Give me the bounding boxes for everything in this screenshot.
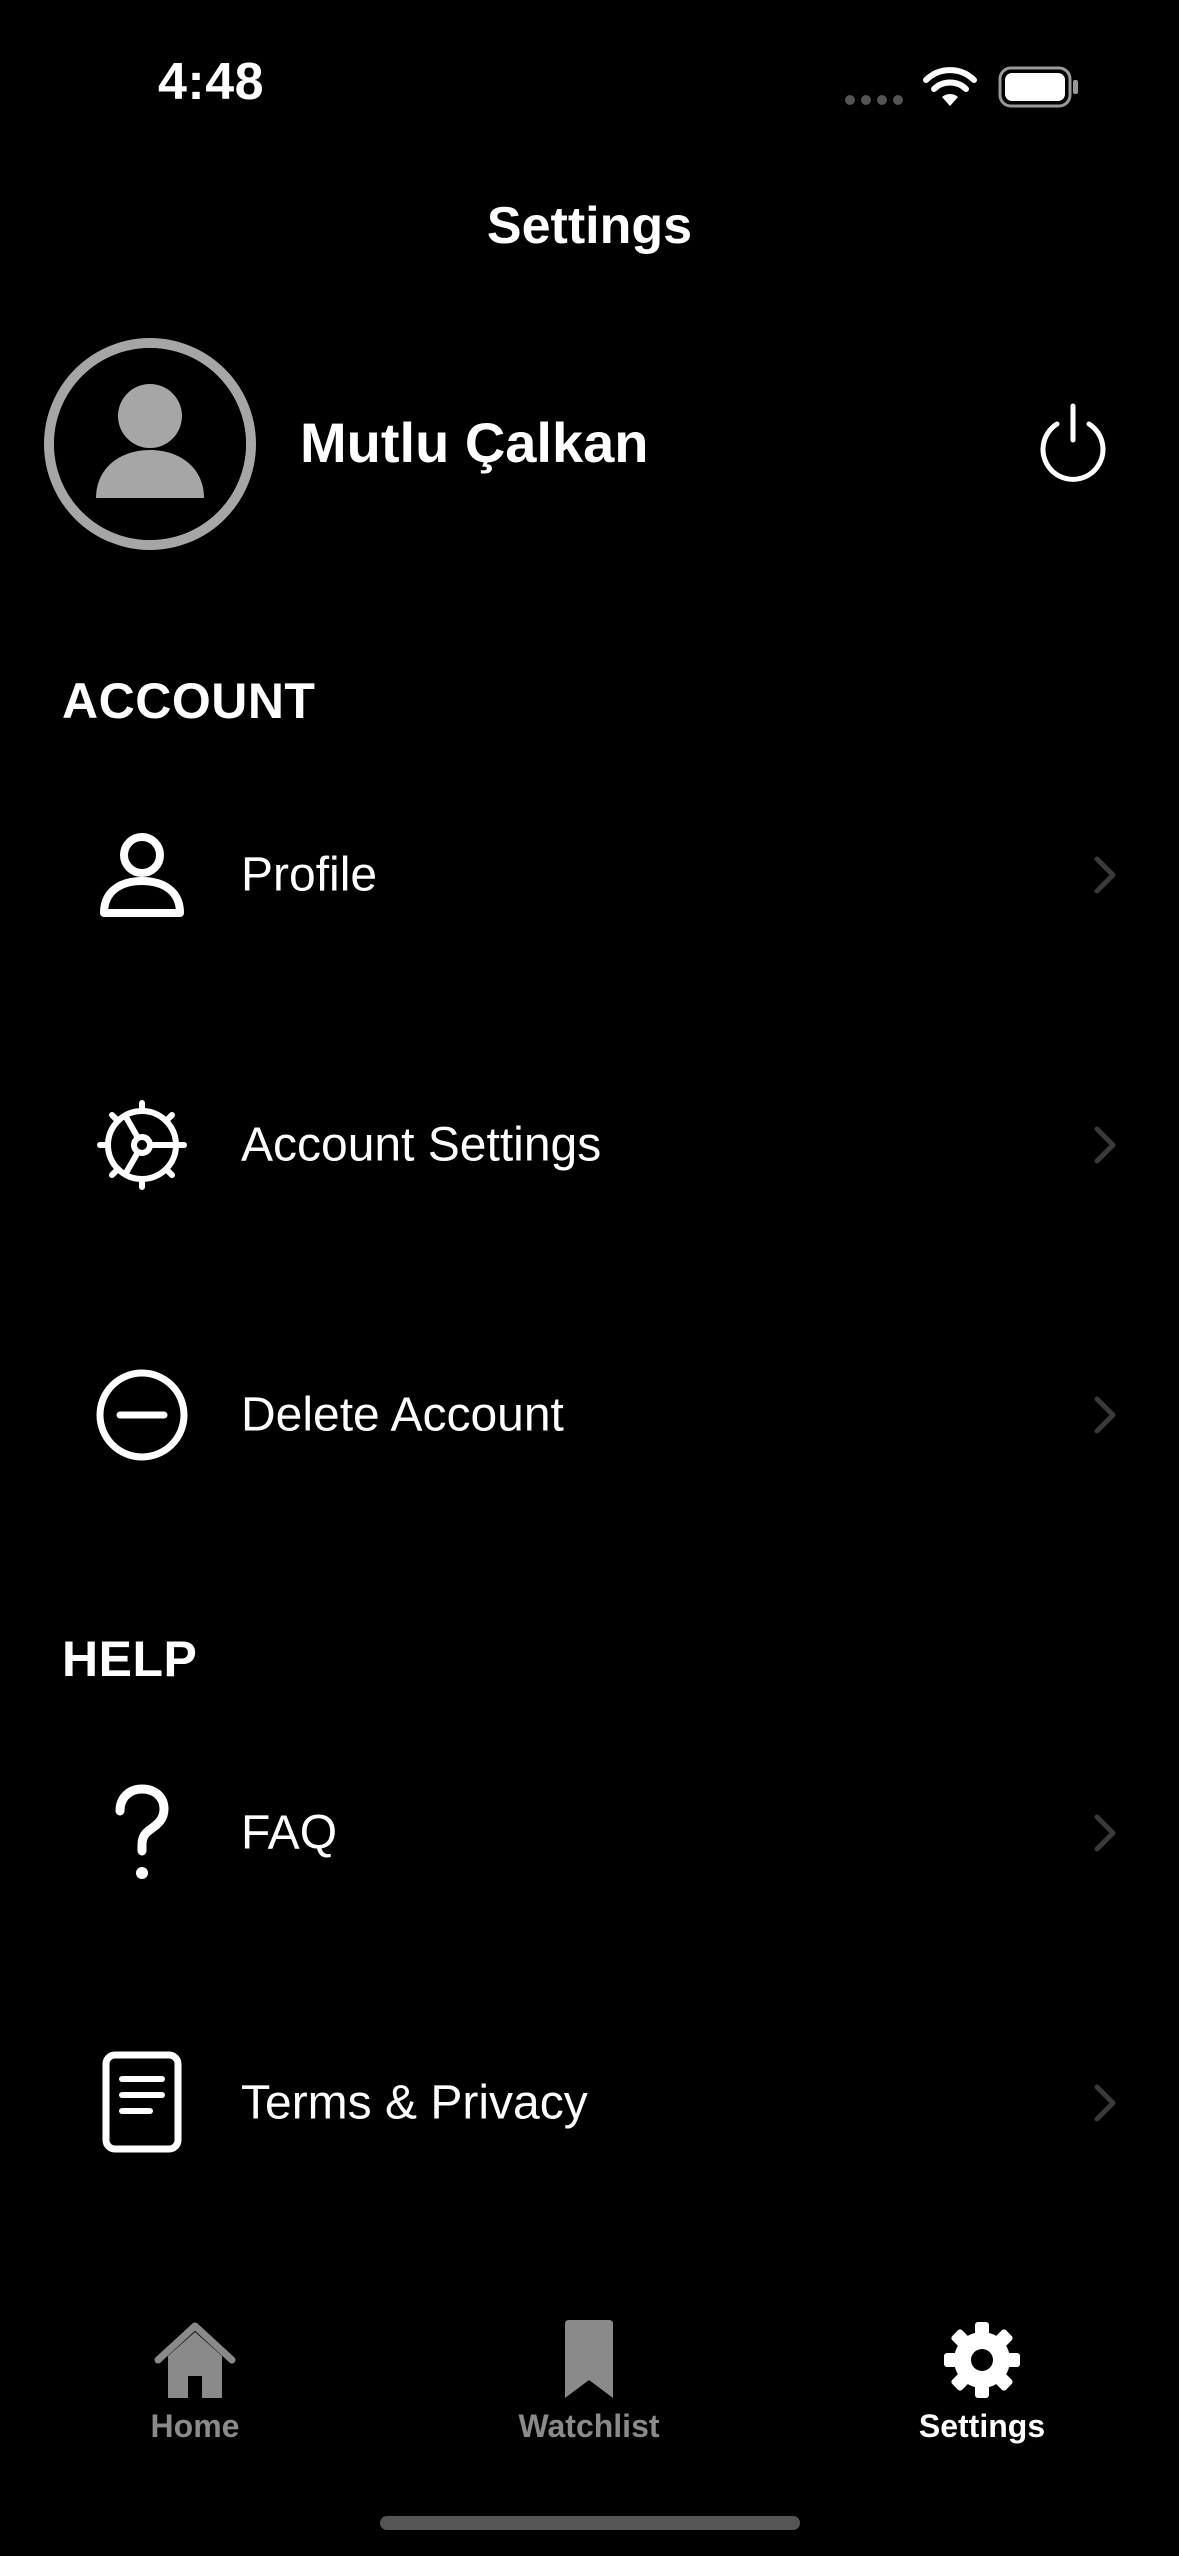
gear-outline-icon [97,1100,187,1190]
tab-settings[interactable]: Settings [862,2318,1102,2458]
chevron-right-icon [1094,2084,1116,2122]
chevron-right-icon [1094,1814,1116,1852]
row-label: Terms & Privacy [241,2076,588,2130]
row-label: Delete Account [241,1388,564,1442]
person-icon [100,833,184,917]
row-profile[interactable]: Profile [0,775,1179,975]
row-label: Account Settings [241,1118,602,1172]
bookmark-icon [565,2320,613,2398]
row-label: FAQ [241,1806,338,1860]
battery-icon [998,66,1078,108]
power-icon[interactable] [1027,398,1119,490]
avatar-icon[interactable] [44,338,256,550]
row-delete-account[interactable]: Delete Account [0,1315,1179,1515]
status-time: 4:48 [158,53,265,111]
tab-label: Home [150,2408,240,2444]
page-title: Settings [486,197,693,255]
user-name: Mutlu Çalkan [300,411,649,474]
tab-label: Watchlist [518,2408,660,2444]
wifi-icon [923,67,977,106]
row-faq[interactable]: FAQ [0,1733,1179,1933]
minus-circle-icon [96,1369,188,1461]
row-label: Profile [241,848,378,902]
tab-home[interactable]: Home [75,2318,315,2458]
chevron-right-icon [1094,1126,1116,1164]
home-indicator[interactable] [380,2516,800,2530]
document-icon [102,2051,182,2153]
question-icon [115,1784,169,1879]
home-icon [154,2322,236,2398]
cellular-signal-icon [845,95,905,107]
section-title-account: ACCOUNT [62,673,316,729]
tab-watchlist[interactable]: Watchlist [469,2318,709,2458]
gear-icon [944,2322,1020,2398]
tab-label: Settings [918,2408,1046,2444]
chevron-right-icon [1094,856,1116,894]
section-title-help: HELP [62,1631,198,1687]
row-account-settings[interactable]: Account Settings [0,1045,1179,1245]
chevron-right-icon [1094,1396,1116,1434]
row-terms-privacy[interactable]: Terms & Privacy [0,2003,1179,2203]
